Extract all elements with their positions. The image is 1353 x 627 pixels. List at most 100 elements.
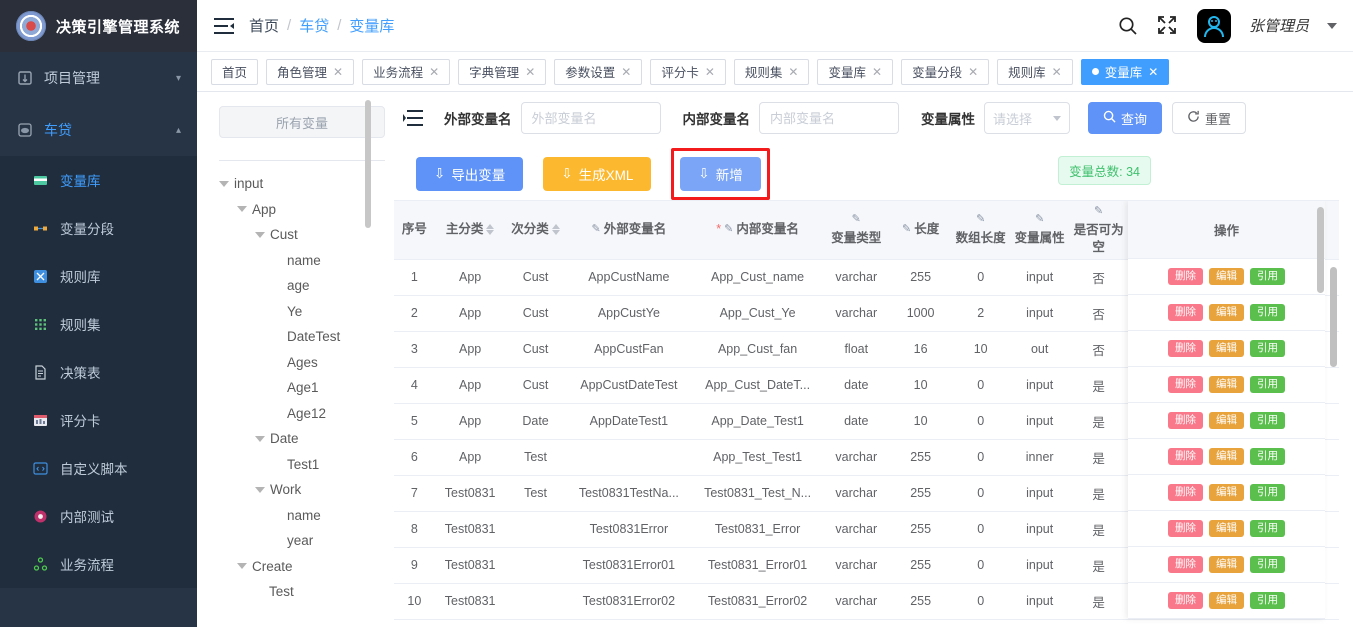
tree-scrollbar[interactable] (365, 100, 371, 228)
edit-button[interactable]: 编辑 (1209, 376, 1244, 393)
sidebar-item-business-process[interactable]: 业务流程 (0, 540, 197, 588)
tab-variable-segment[interactable]: 变量分段 ✕ (901, 58, 990, 85)
fullscreen-icon[interactable] (1157, 15, 1179, 37)
tab-rule-library[interactable]: 规则库 ✕ (997, 58, 1073, 85)
breadcrumb-item-variable-library[interactable]: 变量库 (349, 15, 394, 36)
delete-button[interactable]: 删除 (1168, 484, 1203, 501)
close-icon[interactable]: ✕ (968, 65, 978, 79)
edit-button[interactable]: 编辑 (1209, 340, 1244, 357)
reference-button[interactable]: 引用 (1250, 340, 1285, 357)
tree-node-leaf[interactable]: Ye (219, 299, 394, 325)
edit-button[interactable]: 编辑 (1209, 304, 1244, 321)
chevron-down-icon[interactable] (255, 435, 265, 442)
reference-button[interactable]: 引用 (1250, 376, 1285, 393)
close-icon[interactable]: ✕ (1148, 65, 1158, 79)
edit-button[interactable]: 编辑 (1209, 412, 1244, 429)
brand-logo-bar[interactable]: 决策引擎管理系统 (0, 0, 197, 52)
tab-parameter-settings[interactable]: 参数设置 ✕ (554, 58, 643, 85)
generate-xml-button[interactable]: ⇩ 生成XML (543, 157, 652, 191)
column-header-sub-category[interactable]: 次分类 (505, 201, 566, 260)
delete-button[interactable]: 删除 (1168, 592, 1203, 609)
breadcrumb-item-home[interactable]: 首页 (249, 15, 279, 36)
filter-list-icon[interactable] (402, 109, 426, 127)
delete-button[interactable]: 删除 (1168, 556, 1203, 573)
tab-rule-set[interactable]: 规则集 ✕ (733, 58, 810, 85)
close-icon[interactable]: ✕ (621, 65, 631, 79)
tab-variable-library[interactable]: 变量库 ✕ (817, 58, 894, 85)
tree-node-leaf[interactable]: Age12 (219, 401, 394, 427)
reference-button[interactable]: 引用 (1250, 448, 1285, 465)
tab-home[interactable]: 首页 (211, 58, 259, 85)
column-header-variable-type[interactable]: ✎ 变量类型 (823, 201, 890, 260)
sidebar-item-project-management[interactable]: 项目管理 ▾ (0, 52, 197, 104)
sidebar-item-rule-set[interactable]: 规则集 (0, 300, 197, 348)
close-icon[interactable]: ✕ (525, 65, 535, 79)
internal-name-input[interactable] (759, 102, 899, 134)
close-icon[interactable]: ✕ (705, 65, 715, 79)
reference-button[interactable]: 引用 (1250, 484, 1285, 501)
tree-node-leaf[interactable]: Age1 (219, 375, 394, 401)
close-icon[interactable]: ✕ (872, 65, 882, 79)
delete-button[interactable]: 删除 (1168, 520, 1203, 537)
tree-node-leaf[interactable]: Ages (219, 350, 394, 376)
edit-button[interactable]: 编辑 (1209, 556, 1244, 573)
external-name-input[interactable] (520, 102, 661, 134)
chevron-down-icon[interactable] (237, 563, 247, 570)
tree-node-create[interactable]: Create (219, 554, 394, 580)
tree-node-leaf[interactable]: DateTest (219, 324, 394, 350)
sidebar-item-rule-library[interactable]: 规则库 (0, 252, 197, 300)
delete-button[interactable]: 删除 (1168, 268, 1203, 285)
breadcrumb-item-car-loan[interactable]: 车贷 (299, 15, 329, 36)
tab-dictionary-management[interactable]: 字典管理 ✕ (458, 58, 547, 85)
sidebar-item-internal-test[interactable]: 内部测试 (0, 492, 197, 540)
sort-icon[interactable] (486, 224, 495, 236)
user-avatar[interactable] (1196, 8, 1231, 43)
column-header-nullable[interactable]: ✎ 是否可为空 (1069, 201, 1128, 260)
delete-button[interactable]: 删除 (1168, 448, 1203, 465)
edit-button[interactable]: 编辑 (1209, 520, 1244, 537)
column-header-length[interactable]: ✎ 长度 (889, 201, 952, 260)
sidebar-item-variable-library[interactable]: 变量库 (0, 156, 197, 204)
query-button[interactable]: 查询 (1088, 102, 1163, 134)
sort-icon[interactable] (551, 224, 560, 236)
tab-variable-library-active[interactable]: 变量库 ✕ (1080, 58, 1170, 85)
column-header-internal-name[interactable]: * ✎ 内部变量名 (692, 201, 824, 260)
edit-button[interactable]: 编辑 (1209, 592, 1244, 609)
tree-node-leaf[interactable]: age (219, 273, 394, 299)
tree-node-leaf[interactable]: Test (219, 579, 394, 605)
reference-button[interactable]: 引用 (1250, 268, 1285, 285)
delete-button[interactable]: 删除 (1168, 340, 1203, 357)
sidebar-item-decision-table[interactable]: 决策表 (0, 348, 197, 396)
tab-business-process[interactable]: 业务流程 ✕ (362, 58, 451, 85)
user-name-label[interactable]: 张管理员 (1249, 15, 1309, 36)
export-variables-button[interactable]: ⇩ 导出变量 (416, 157, 524, 191)
tree-node-leaf[interactable]: Test1 (219, 452, 394, 478)
chevron-down-icon[interactable] (1327, 22, 1337, 29)
chevron-down-icon[interactable] (237, 206, 247, 213)
column-header-external-name[interactable]: ✎ 外部变量名 (565, 201, 693, 260)
table-vertical-scrollbar[interactable] (1330, 267, 1337, 367)
reference-button[interactable]: 引用 (1250, 304, 1285, 321)
delete-button[interactable]: 删除 (1168, 376, 1203, 393)
menu-collapse-icon[interactable] (213, 16, 235, 36)
sidebar-item-scorecard[interactable]: 评分卡 (0, 396, 197, 444)
tab-scorecard[interactable]: 评分卡 ✕ (650, 58, 726, 85)
reference-button[interactable]: 引用 (1250, 412, 1285, 429)
chevron-down-icon[interactable] (219, 180, 229, 187)
tree-node-leaf[interactable]: name (219, 503, 394, 529)
close-icon[interactable]: ✕ (429, 65, 439, 79)
column-header-variable-attribute[interactable]: ✎ 变量属性 (1009, 201, 1070, 260)
attribute-select[interactable]: 请选择 (984, 102, 1070, 134)
reference-button[interactable]: 引用 (1250, 520, 1285, 537)
column-header-index[interactable]: 序号 (394, 201, 435, 260)
column-header-main-category[interactable]: 主分类 (434, 201, 506, 260)
add-button[interactable]: ⇩ 新增 (680, 157, 761, 191)
close-icon[interactable]: ✕ (788, 65, 798, 79)
tree-node-date[interactable]: Date (219, 426, 394, 452)
operation-scrollbar[interactable] (1317, 207, 1324, 293)
delete-button[interactable]: 删除 (1168, 304, 1203, 321)
edit-button[interactable]: 编辑 (1209, 484, 1244, 501)
tree-node-leaf[interactable]: name (219, 248, 394, 274)
edit-button[interactable]: 编辑 (1209, 448, 1244, 465)
sidebar-item-custom-script[interactable]: 自定义脚本 (0, 444, 197, 492)
